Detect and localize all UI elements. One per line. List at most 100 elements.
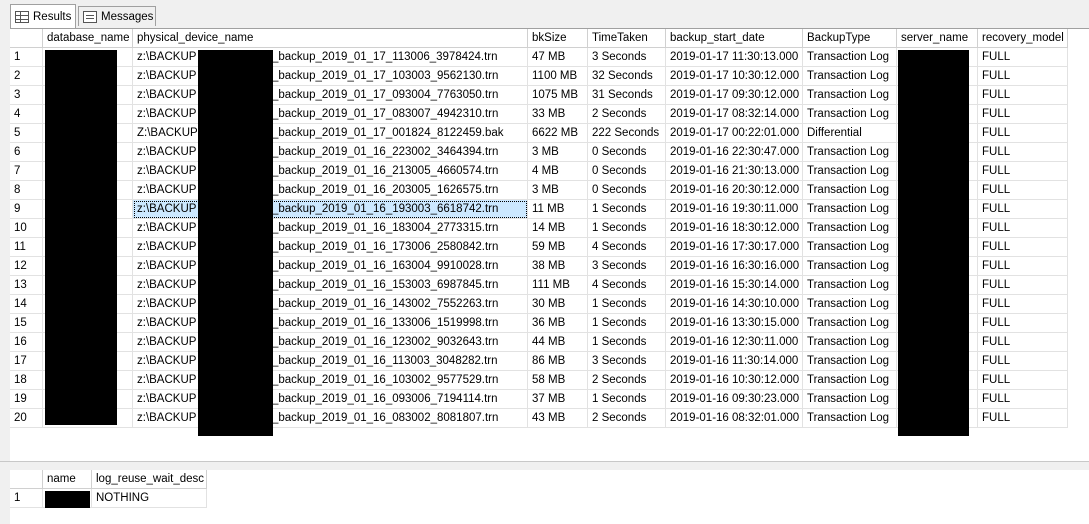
cell-backup-start-date[interactable]: 2019-01-16 16:30:16.000: [666, 257, 803, 276]
pane-splitter[interactable]: [0, 461, 1089, 466]
column-header-physical-device-name[interactable]: physical_device_name: [133, 29, 528, 48]
cell-backup-start-date[interactable]: 2019-01-16 22:30:47.000: [666, 143, 803, 162]
cell-bksize[interactable]: 47 MB: [528, 48, 588, 67]
cell-backup-start-date[interactable]: 2019-01-16 15:30:14.000: [666, 276, 803, 295]
cell-timetaken[interactable]: 0 Seconds: [588, 181, 666, 200]
cell-backup-start-date[interactable]: 2019-01-16 10:30:12.000: [666, 371, 803, 390]
column-header-recovery-model[interactable]: recovery_model: [978, 29, 1068, 48]
cell-backuptype[interactable]: Transaction Log: [803, 105, 897, 124]
cell-recovery-model[interactable]: FULL: [978, 238, 1068, 257]
cell-bksize[interactable]: 58 MB: [528, 371, 588, 390]
cell-timetaken[interactable]: 1 Seconds: [588, 200, 666, 219]
cell-recovery-model[interactable]: FULL: [978, 67, 1068, 86]
cell-physical-device-name[interactable]: z:\BACKUP _backup_2019_01_16_113003_30482…: [133, 352, 528, 371]
cell-backuptype[interactable]: Transaction Log: [803, 48, 897, 67]
cell-recovery-model[interactable]: FULL: [978, 162, 1068, 181]
cell-timetaken[interactable]: 0 Seconds: [588, 162, 666, 181]
cell-bksize[interactable]: 38 MB: [528, 257, 588, 276]
column-header-database-name[interactable]: database_name: [43, 29, 133, 48]
cell-backup-start-date[interactable]: 2019-01-16 17:30:17.000: [666, 238, 803, 257]
column-header-timetaken[interactable]: TimeTaken: [588, 29, 666, 48]
cell-backup-start-date[interactable]: 2019-01-16 18:30:12.000: [666, 219, 803, 238]
cell-backuptype[interactable]: Transaction Log: [803, 333, 897, 352]
cell-backuptype[interactable]: Transaction Log: [803, 143, 897, 162]
cell-backup-start-date[interactable]: 2019-01-16 21:30:13.000: [666, 162, 803, 181]
cell-timetaken[interactable]: 2 Seconds: [588, 105, 666, 124]
cell-backuptype[interactable]: Transaction Log: [803, 67, 897, 86]
column-header-server-name[interactable]: server_name: [897, 29, 978, 48]
cell-physical-device-name[interactable]: z:\BACKUP _backup_2019_01_16_133006_15199…: [133, 314, 528, 333]
cell-physical-device-name[interactable]: z:\BACKUP _backup_2019_01_16_183004_27733…: [133, 219, 528, 238]
cell-timetaken[interactable]: 4 Seconds: [588, 238, 666, 257]
cell-recovery-model[interactable]: FULL: [978, 371, 1068, 390]
cell-recovery-model[interactable]: FULL: [978, 105, 1068, 124]
cell-bksize[interactable]: 6622 MB: [528, 124, 588, 143]
cell-bksize[interactable]: 44 MB: [528, 333, 588, 352]
cell-bksize[interactable]: 1075 MB: [528, 86, 588, 105]
cell-timetaken[interactable]: 1 Seconds: [588, 219, 666, 238]
cell-backuptype[interactable]: Transaction Log: [803, 352, 897, 371]
cell-backuptype[interactable]: Transaction Log: [803, 86, 897, 105]
cell-physical-device-name[interactable]: z:\BACKUP _backup_2019_01_17_103003_95621…: [133, 67, 528, 86]
cell-log-reuse-wait-desc[interactable]: NOTHING: [92, 489, 207, 508]
cell-backuptype[interactable]: Transaction Log: [803, 390, 897, 409]
cell-timetaken[interactable]: 2 Seconds: [588, 409, 666, 428]
cell-bksize[interactable]: 111 MB: [528, 276, 588, 295]
cell-physical-device-name[interactable]: z:\BACKUP _backup_2019_01_16_083002_80818…: [133, 409, 528, 428]
cell-timetaken[interactable]: 1 Seconds: [588, 333, 666, 352]
cell-backuptype[interactable]: Transaction Log: [803, 371, 897, 390]
cell-bksize[interactable]: 86 MB: [528, 352, 588, 371]
cell-recovery-model[interactable]: FULL: [978, 86, 1068, 105]
cell-recovery-model[interactable]: FULL: [978, 295, 1068, 314]
cell-bksize[interactable]: 14 MB: [528, 219, 588, 238]
cell-bksize[interactable]: 1100 MB: [528, 67, 588, 86]
cell-recovery-model[interactable]: FULL: [978, 200, 1068, 219]
cell-timetaken[interactable]: 1 Seconds: [588, 390, 666, 409]
cell-backuptype[interactable]: Transaction Log: [803, 181, 897, 200]
cell-recovery-model[interactable]: FULL: [978, 219, 1068, 238]
cell-backup-start-date[interactable]: 2019-01-17 11:30:13.000: [666, 48, 803, 67]
cell-recovery-model[interactable]: FULL: [978, 124, 1068, 143]
cell-bksize[interactable]: 3 MB: [528, 181, 588, 200]
column-header-name[interactable]: name: [43, 470, 92, 489]
cell-backuptype[interactable]: Transaction Log: [803, 257, 897, 276]
cell-bksize[interactable]: 43 MB: [528, 409, 588, 428]
cell-physical-device-name[interactable]: z:\BACKUP _backup_2019_01_16_153003_69878…: [133, 276, 528, 295]
cell-physical-device-name[interactable]: z:\BACKUP _backup_2019_01_16_193003_66187…: [133, 200, 528, 219]
cell-physical-device-name[interactable]: z:\BACKUP _backup_2019_01_16_143002_75522…: [133, 295, 528, 314]
cell-timetaken[interactable]: 1 Seconds: [588, 295, 666, 314]
cell-backup-start-date[interactable]: 2019-01-17 10:30:12.000: [666, 67, 803, 86]
cell-recovery-model[interactable]: FULL: [978, 390, 1068, 409]
cell-backup-start-date[interactable]: 2019-01-16 19:30:11.000: [666, 200, 803, 219]
tab-results[interactable]: Results: [10, 4, 76, 28]
cell-recovery-model[interactable]: FULL: [978, 143, 1068, 162]
cell-recovery-model[interactable]: FULL: [978, 276, 1068, 295]
cell-backuptype[interactable]: Transaction Log: [803, 295, 897, 314]
cell-bksize[interactable]: 33 MB: [528, 105, 588, 124]
cell-timetaken[interactable]: 1 Seconds: [588, 314, 666, 333]
cell-physical-device-name[interactable]: z:\BACKUP _backup_2019_01_16_223002_34643…: [133, 143, 528, 162]
cell-timetaken[interactable]: 4 Seconds: [588, 276, 666, 295]
cell-physical-device-name[interactable]: z:\BACKUP _backup_2019_01_16_103002_95775…: [133, 371, 528, 390]
cell-timetaken[interactable]: 2 Seconds: [588, 371, 666, 390]
cell-backup-start-date[interactable]: 2019-01-16 12:30:11.000: [666, 333, 803, 352]
cell-recovery-model[interactable]: FULL: [978, 181, 1068, 200]
column-header-bksize[interactable]: bkSize: [528, 29, 588, 48]
cell-bksize[interactable]: 30 MB: [528, 295, 588, 314]
cell-physical-device-name[interactable]: z:\BACKUP _backup_2019_01_16_173006_25808…: [133, 238, 528, 257]
cell-backuptype[interactable]: Transaction Log: [803, 314, 897, 333]
cell-backuptype[interactable]: Transaction Log: [803, 276, 897, 295]
cell-recovery-model[interactable]: FULL: [978, 257, 1068, 276]
cell-physical-device-name[interactable]: Z:\BACKUP _backup_2019_01_17_001824_81224…: [133, 124, 528, 143]
cell-backuptype[interactable]: Transaction Log: [803, 200, 897, 219]
cell-backup-start-date[interactable]: 2019-01-17 00:22:01.000: [666, 124, 803, 143]
cell-recovery-model[interactable]: FULL: [978, 352, 1068, 371]
cell-backup-start-date[interactable]: 2019-01-16 11:30:14.000: [666, 352, 803, 371]
column-header-backup-start-date[interactable]: backup_start_date: [666, 29, 803, 48]
cell-timetaken[interactable]: 32 Seconds: [588, 67, 666, 86]
cell-recovery-model[interactable]: FULL: [978, 48, 1068, 67]
cell-bksize[interactable]: 4 MB: [528, 162, 588, 181]
cell-timetaken[interactable]: 31 Seconds: [588, 86, 666, 105]
cell-physical-device-name[interactable]: z:\BACKUP _backup_2019_01_16_203005_16265…: [133, 181, 528, 200]
tab-messages[interactable]: Messages: [78, 6, 156, 26]
